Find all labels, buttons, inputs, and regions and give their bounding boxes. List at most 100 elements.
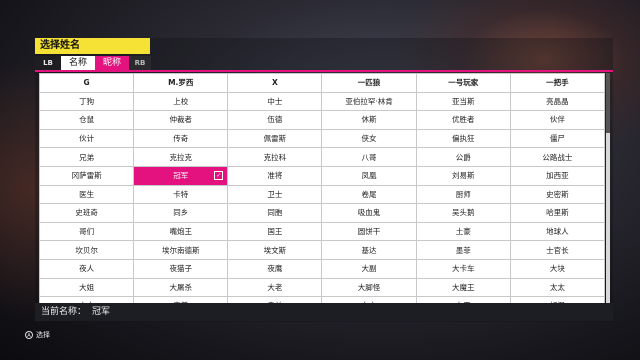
grid-row: 大姐 大屠杀 大老 大脚怪 大魔王 太太	[38, 277, 606, 298]
name-option[interactable]: 佩雷斯	[227, 128, 323, 149]
name-option[interactable]: 僵尸	[509, 128, 606, 149]
name-option[interactable]: 优胜者	[415, 110, 511, 130]
name-option[interactable]: 中士	[227, 91, 323, 112]
name-option[interactable]: 哥们	[38, 221, 135, 242]
name-option[interactable]: 大屠杀	[133, 277, 229, 298]
tab-next-button[interactable]: RB	[129, 56, 151, 70]
name-option[interactable]: 伙伴	[509, 110, 606, 130]
tab-name[interactable]: 名称	[61, 56, 95, 70]
name-option[interactable]: 休斯	[321, 110, 417, 130]
name-option[interactable]: 伙计	[38, 128, 135, 149]
name-option[interactable]: 圆饼干	[321, 221, 417, 242]
name-option[interactable]: 亮晶晶	[509, 91, 606, 112]
name-option[interactable]: X	[227, 73, 323, 93]
name-option[interactable]: 侠女	[321, 128, 417, 149]
name-option[interactable]: 吸血鬼	[321, 203, 417, 223]
footer-hint: A 选择	[25, 330, 50, 340]
name-option[interactable]: 嘴炮王	[133, 221, 229, 242]
name-option[interactable]: 史班奇	[38, 203, 135, 223]
grid-row: 医生 卡特 卫士 卷尾 厨师 史密斯	[38, 184, 606, 205]
name-option[interactable]: 吴头鹅	[415, 203, 511, 223]
grid-header-row: G M.罗西 X 一匹狼 一号玩家 一把手	[38, 73, 606, 93]
name-option[interactable]: 墨菲	[415, 240, 511, 260]
name-option[interactable]: 厨师	[415, 184, 511, 205]
select-hint-label: 选择	[36, 331, 50, 339]
name-option[interactable]: 夜人	[38, 258, 135, 279]
name-option[interactable]: 克拉科	[227, 147, 323, 167]
panel-title: 选择姓名	[35, 38, 150, 54]
grid-row: 仓鼠 仲裁者 伍德 休斯 优胜者 伙伴	[38, 110, 606, 130]
name-option[interactable]: 一号玩家	[415, 73, 511, 93]
checkbox-icon: ✓	[214, 170, 224, 180]
name-option[interactable]: 同乡	[133, 203, 229, 223]
name-grid: G M.罗西 X 一匹狼 一号玩家 一把手 丁狗 上校 中士 亚伯拉罕·林肯 亚当斯 亮晶晶 仓鼠 仲裁者…	[38, 73, 606, 316]
a-button-icon: A	[25, 331, 33, 339]
name-option[interactable]: 一把手	[509, 73, 606, 93]
name-option[interactable]: 凤凰	[321, 165, 417, 186]
name-option[interactable]: 大卡车	[415, 258, 511, 279]
current-name-bar: 当前名称： 冠军	[35, 303, 613, 321]
name-option[interactable]: 仲裁者	[133, 110, 229, 130]
name-option[interactable]: 兄弟	[38, 147, 135, 167]
name-option[interactable]: 公爵	[415, 147, 511, 167]
name-option[interactable]: 哈里斯	[509, 203, 606, 223]
name-option[interactable]: 丁狗	[38, 91, 135, 112]
name-option[interactable]: 史密斯	[509, 184, 606, 205]
tab-underline	[35, 70, 613, 72]
name-option[interactable]: 克拉克	[133, 147, 229, 167]
name-option[interactable]: 卡特	[133, 184, 229, 205]
name-option[interactable]: 公路战士	[509, 147, 606, 167]
name-option[interactable]: 准将	[227, 165, 323, 186]
name-option[interactable]: 卷尾	[321, 184, 417, 205]
name-option[interactable]: 夜鹰	[227, 258, 323, 279]
name-option[interactable]: 卫士	[227, 184, 323, 205]
name-option[interactable]: 大魔王	[415, 277, 511, 298]
name-option[interactable]: 仓鼠	[38, 110, 135, 130]
grid-row: 冈萨雷斯 冠军 ✓ 准将 凤凰 刘易斯 加西亚	[38, 165, 606, 186]
name-option[interactable]: 同胞	[227, 203, 323, 223]
name-option[interactable]: G	[38, 73, 135, 93]
name-option[interactable]: 八哥	[321, 147, 417, 167]
name-option[interactable]: 埃尔南德斯	[133, 240, 229, 260]
grid-row: 丁狗 上校 中士 亚伯拉罕·林肯 亚当斯 亮晶晶	[38, 91, 606, 112]
tab-prev-button[interactable]: LB	[35, 56, 61, 70]
name-option[interactable]: 伍德	[227, 110, 323, 130]
name-option[interactable]: 基达	[321, 240, 417, 260]
name-option[interactable]: M.罗西	[133, 73, 229, 93]
name-option[interactable]: 大脚怪	[321, 277, 417, 298]
name-option-label: 冠军	[173, 171, 189, 181]
name-option[interactable]: 大姐	[38, 277, 135, 298]
name-option[interactable]: 土豪	[415, 221, 511, 242]
name-option[interactable]: 刘易斯	[415, 165, 511, 186]
scrollbar-thumb[interactable]	[606, 73, 610, 133]
name-option[interactable]: 偏执狂	[415, 128, 511, 149]
name-option[interactable]: 大老	[227, 277, 323, 298]
name-option[interactable]: 一匹狼	[321, 73, 417, 93]
name-option-selected[interactable]: 冠军 ✓	[133, 165, 229, 186]
name-option[interactable]: 亚伯拉罕·林肯	[321, 91, 417, 112]
grid-row: 哥们 嘴炮王 国王 圆饼干 土豪 地球人	[38, 221, 606, 242]
name-option[interactable]: 夜猫子	[133, 258, 229, 279]
grid-row: 坎贝尔 埃尔南德斯 埃文斯 基达 墨菲 士官长	[38, 240, 606, 260]
tab-bar: LB 名称 昵称 RB	[35, 56, 151, 70]
grid-row: 兄弟 克拉克 克拉科 八哥 公爵 公路战士	[38, 147, 606, 167]
name-option[interactable]: 国王	[227, 221, 323, 242]
grid-row: 史班奇 同乡 同胞 吸血鬼 吴头鹅 哈里斯	[38, 203, 606, 223]
name-option[interactable]: 传奇	[133, 128, 229, 149]
name-option[interactable]: 大副	[321, 258, 417, 279]
name-option[interactable]: 大块	[509, 258, 606, 279]
name-option[interactable]: 医生	[38, 184, 135, 205]
name-option[interactable]: 埃文斯	[227, 240, 323, 260]
current-name-value: 冠军	[92, 307, 111, 317]
tab-nickname[interactable]: 昵称	[95, 56, 129, 70]
name-option[interactable]: 上校	[133, 91, 229, 112]
name-option[interactable]: 太太	[509, 277, 606, 298]
name-option[interactable]: 冈萨雷斯	[38, 165, 135, 186]
name-option[interactable]: 加西亚	[509, 165, 606, 186]
name-option[interactable]: 士官长	[509, 240, 606, 260]
name-option[interactable]: 亚当斯	[415, 91, 511, 112]
current-name-label: 当前名称：	[41, 307, 87, 317]
name-option[interactable]: 坎贝尔	[38, 240, 135, 260]
name-option[interactable]: 地球人	[509, 221, 606, 242]
grid-row: 夜人 夜猫子 夜鹰 大副 大卡车 大块	[38, 258, 606, 279]
